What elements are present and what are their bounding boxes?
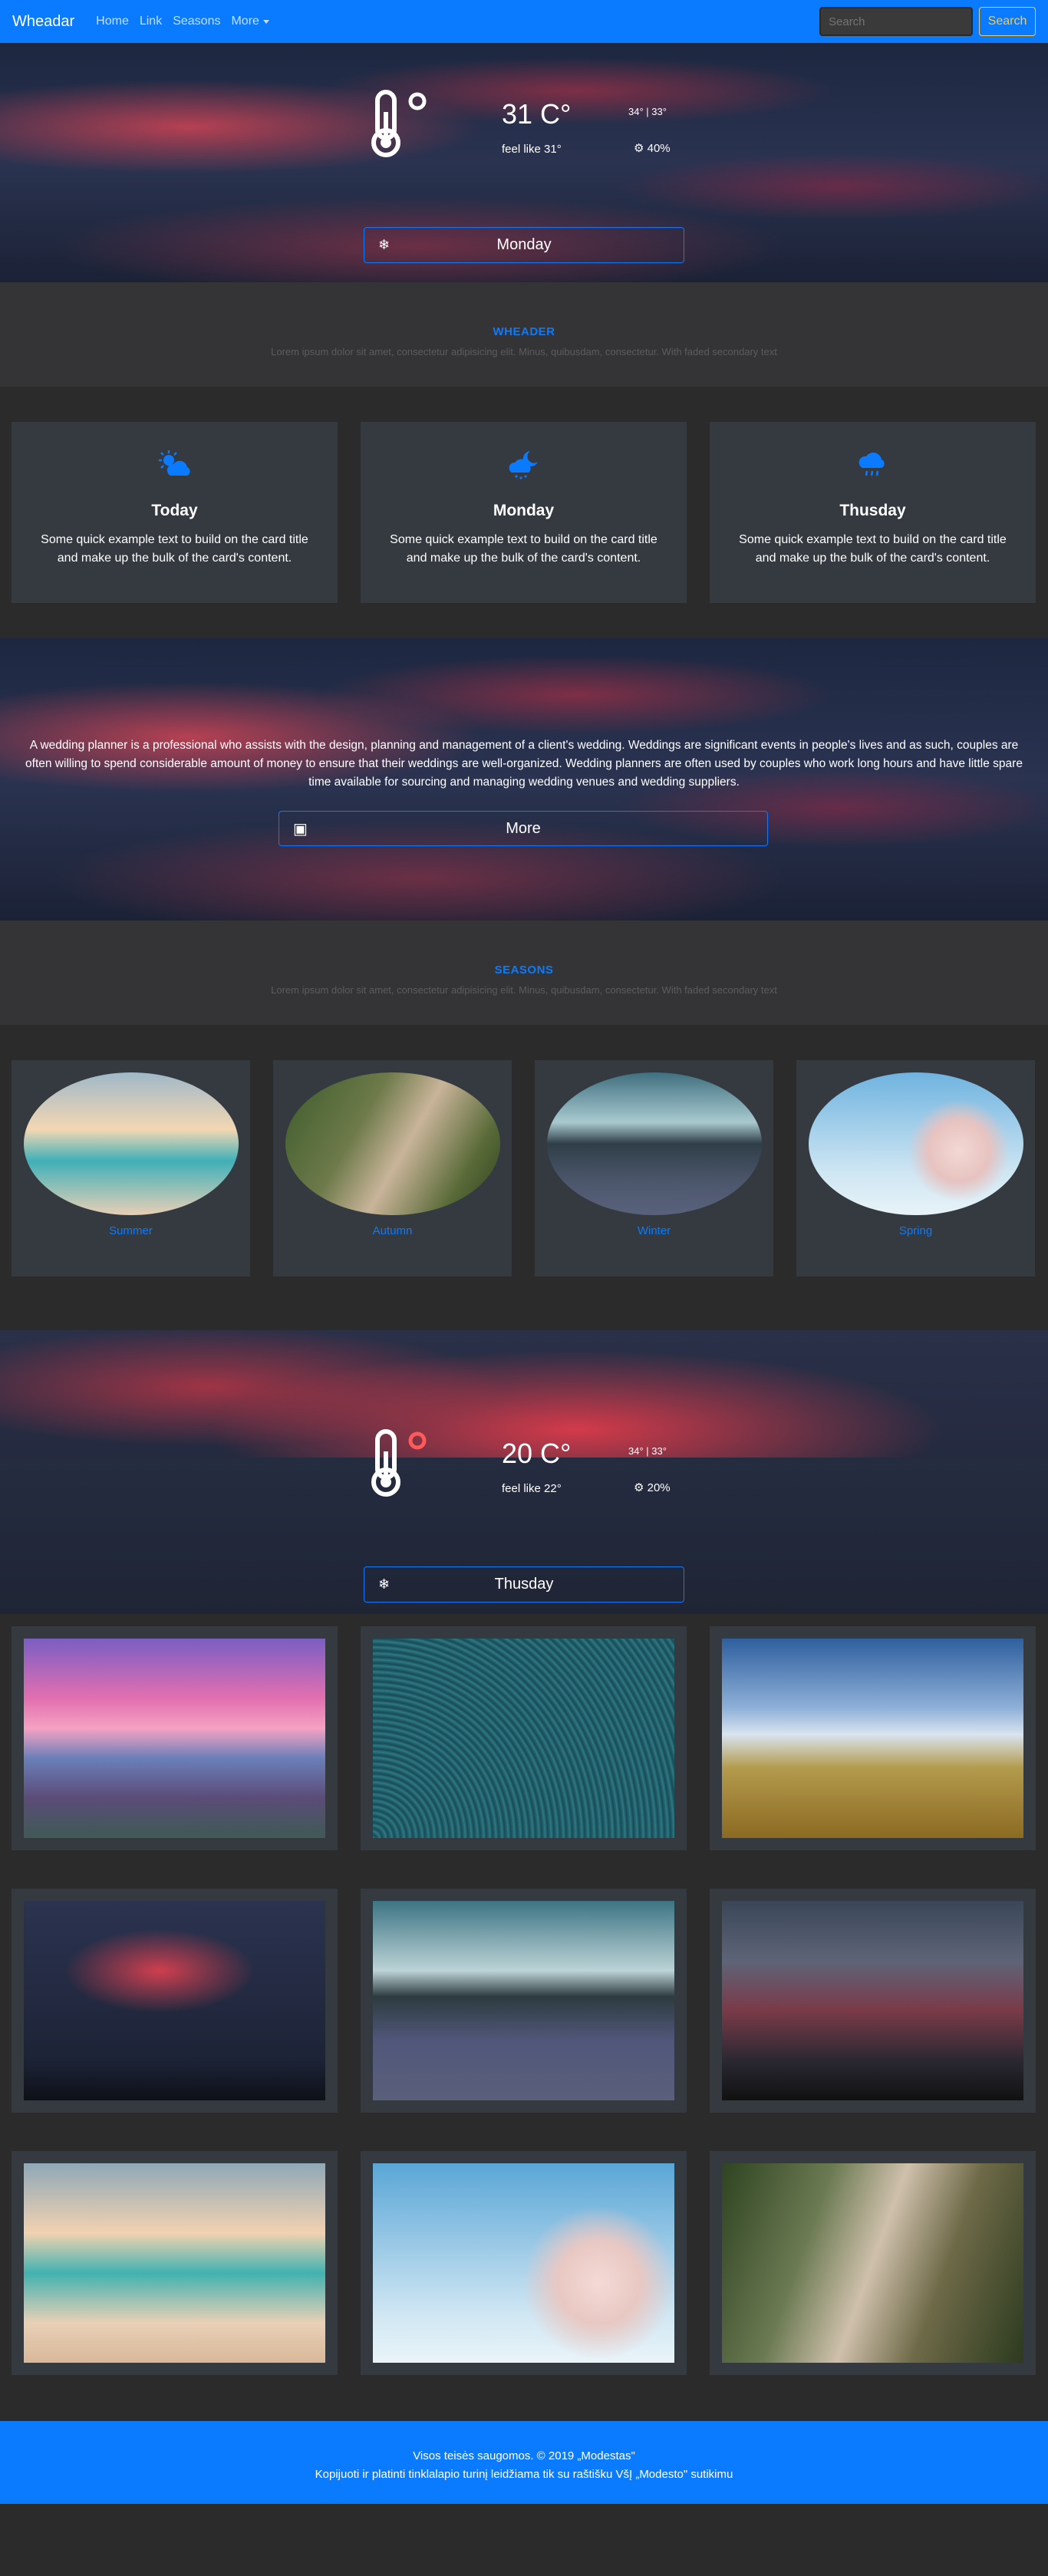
gallery-image-star-trails: [373, 1639, 674, 1838]
gallery-card[interactable]: [361, 2151, 687, 2375]
forecast-card: Thusday Some quick example text to build…: [710, 422, 1036, 603]
temperature: 31 C°: [502, 98, 572, 130]
season-label[interactable]: Winter: [535, 1224, 773, 1237]
gallery-card[interactable]: [12, 1889, 338, 2113]
humidity: ⚙ 40%: [634, 141, 671, 155]
section-subtitle: Lorem ipsum dolor sit amet, consectetur …: [271, 346, 777, 357]
min-max-temp: 34° | 33°: [628, 1445, 667, 1457]
nav-link[interactable]: Link: [140, 15, 162, 28]
more-button[interactable]: ▣ More: [278, 811, 768, 846]
season-card-autumn[interactable]: Autumn: [273, 1060, 512, 1276]
feels-like: feel like 22°: [502, 1482, 562, 1495]
day-label: Monday: [496, 236, 552, 253]
section-title: WHEADER: [493, 325, 555, 338]
gallery-image-forest-path: [722, 2163, 1023, 2363]
thermometer-icon: [371, 1429, 427, 1497]
gallery-card[interactable]: [710, 2151, 1036, 2375]
gallery-image-red-sky: [24, 1901, 325, 2100]
photo-gallery: [0, 1614, 1048, 2421]
card-text: Some quick example text to build on the …: [41, 533, 308, 565]
summer-image: [23, 1072, 239, 1215]
card-text: Some quick example text to build on the …: [739, 533, 1007, 565]
gear-icon: ⚙: [634, 1481, 644, 1494]
search-form: Search: [819, 7, 1036, 36]
card-title: Thusday: [839, 502, 906, 519]
humidity-value: 40%: [647, 142, 671, 155]
gallery-image-sunset-sea: [24, 1639, 325, 1838]
search-input[interactable]: [819, 7, 973, 36]
snowflake-icon: ❄: [378, 237, 391, 252]
gallery-image-mountains: [722, 1901, 1023, 2100]
footer-copyright: Visos teisės saugomos. © 2019 „Modestas": [413, 2449, 635, 2462]
header-section: WHEADER Lorem ipsum dolor sit amet, cons…: [0, 282, 1048, 387]
moon-cloud-icon: [361, 450, 687, 483]
footer: Visos teisės saugomos. © 2019 „Modestas"…: [0, 2421, 1048, 2504]
snowflake-icon: ❄: [378, 1576, 391, 1592]
gear-icon: ⚙: [634, 142, 644, 155]
wedding-text: A wedding planner is a professional who …: [25, 739, 1023, 789]
nav-home[interactable]: Home: [96, 15, 129, 28]
card-text: Some quick example text to build on the …: [390, 533, 657, 565]
nav-seasons[interactable]: Seasons: [173, 15, 220, 28]
navbar: Wheadar Home Link Seasons More Search: [0, 0, 1048, 43]
rain-cloud-icon: [710, 450, 1036, 483]
winter-image: [546, 1072, 762, 1215]
season-card-spring[interactable]: Spring: [796, 1060, 1035, 1276]
forecast-card: Monday Some quick example text to build …: [361, 422, 687, 603]
wedding-banner: A wedding planner is a professional who …: [0, 638, 1048, 921]
nav-more-dropdown[interactable]: More: [231, 15, 269, 28]
box-icon: ▣: [293, 820, 308, 838]
gallery-card[interactable]: [710, 1889, 1036, 2113]
forecast-card: Today Some quick example text to build o…: [12, 422, 338, 603]
spring-image: [808, 1072, 1023, 1215]
gallery-card[interactable]: [12, 1626, 338, 1850]
gallery-image-beach: [24, 2163, 325, 2363]
season-label[interactable]: Spring: [796, 1224, 1035, 1237]
gallery-image-road: [373, 1901, 674, 2100]
day-button[interactable]: ❄ Thusday: [364, 1566, 684, 1603]
sun-cloud-icon: [12, 450, 338, 483]
gallery-card[interactable]: [710, 1626, 1036, 1850]
feels-like: feel like 31°: [502, 143, 562, 156]
autumn-image: [285, 1072, 500, 1215]
card-title: Monday: [493, 502, 555, 519]
gallery-card[interactable]: [12, 2151, 338, 2375]
temperature: 20 C°: [502, 1438, 572, 1469]
gallery-image-blossom: [373, 2163, 674, 2363]
season-cards: Summer Autumn Winter Spring: [0, 1025, 1048, 1330]
humidity-value: 20%: [647, 1481, 671, 1494]
gallery-card[interactable]: [361, 1889, 687, 2113]
weather-hero: 31 C° feel like 31° 34° | 33° ⚙ 40% ❄ Mon…: [0, 43, 1048, 282]
season-label[interactable]: Summer: [12, 1224, 250, 1237]
day-button[interactable]: ❄ Monday: [364, 227, 684, 263]
weather-second: 20 C° feel like 22° 34° | 33° ⚙ 20% ❄ Thu…: [0, 1330, 1048, 1614]
min-max-temp: 34° | 33°: [628, 106, 667, 117]
chevron-down-icon: [262, 19, 269, 24]
footer-notice: Kopijuoti ir platinti tinklalapio turinį…: [315, 2468, 733, 2481]
more-label: More: [506, 819, 541, 837]
season-label[interactable]: Autumn: [273, 1224, 512, 1237]
season-card-summer[interactable]: Summer: [12, 1060, 250, 1276]
section-subtitle: Lorem ipsum dolor sit amet, consectetur …: [271, 984, 777, 996]
weather-widget: 31 C° feel like 31° 34° | 33° ⚙ 40% ❄ Mon…: [364, 89, 684, 265]
thermometer-icon: [371, 90, 427, 157]
weather-widget: 20 C° feel like 22° 34° | 33° ⚙ 20% ❄ Thu…: [364, 1428, 684, 1605]
search-button[interactable]: Search: [979, 7, 1036, 36]
brand-logo[interactable]: Wheadar: [12, 13, 74, 31]
forecast-cards: Today Some quick example text to build o…: [0, 387, 1048, 638]
nav-more-label: More: [231, 15, 259, 28]
gallery-image-valley: [722, 1639, 1023, 1838]
humidity: ⚙ 20%: [634, 1481, 671, 1494]
seasons-section: SEASONS Lorem ipsum dolor sit amet, cons…: [0, 921, 1048, 1025]
season-card-winter[interactable]: Winter: [535, 1060, 773, 1276]
card-title: Today: [151, 502, 198, 519]
gallery-card[interactable]: [361, 1626, 687, 1850]
day-label: Thusday: [494, 1576, 554, 1593]
section-title: SEASONS: [494, 964, 554, 977]
